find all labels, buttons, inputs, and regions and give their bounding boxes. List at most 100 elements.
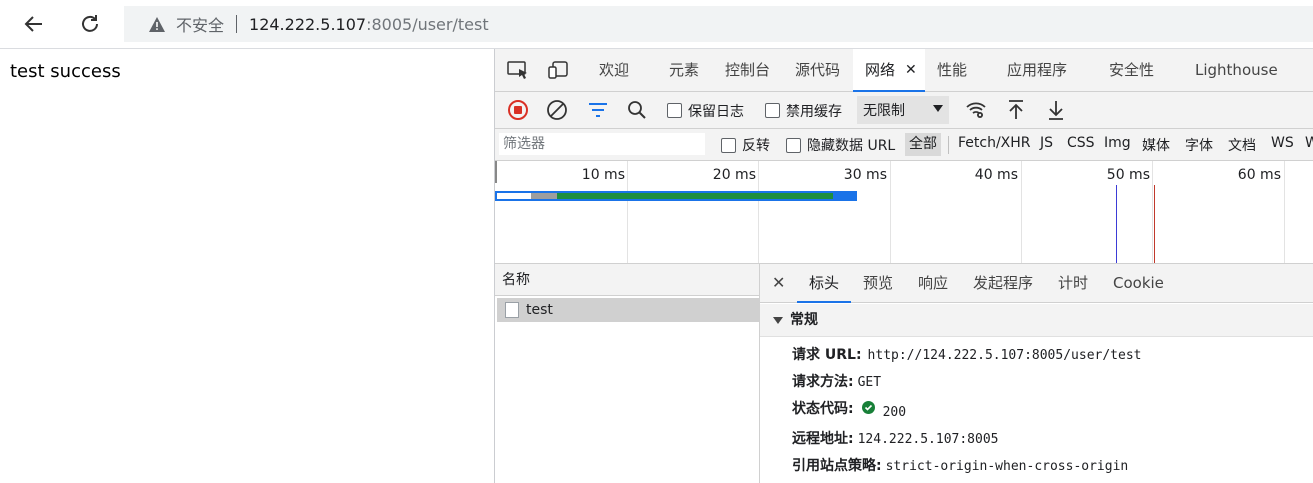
tab-console[interactable]: 控制台	[725, 49, 770, 91]
request-detail: ✕ 标头 预览 响应 发起程序 计时 Cookie 常规 请求 URL: http…	[760, 264, 1313, 483]
remote-address-value: 124.222.5.107:8005	[857, 432, 999, 447]
request-method-value: GET	[857, 375, 882, 390]
filter-wasm[interactable]: W	[1305, 135, 1313, 151]
tab-security[interactable]: 安全性	[1109, 49, 1154, 91]
filter-input[interactable]: 筛选器	[499, 133, 705, 155]
hide-data-urls-checkbox[interactable]	[786, 138, 801, 153]
tab-network-label: 网络	[865, 61, 896, 79]
search-button[interactable]	[624, 97, 650, 123]
inspect-element-icon[interactable]	[505, 57, 531, 83]
filter-ws[interactable]: WS	[1271, 135, 1294, 151]
tab-performance[interactable]: 性能	[937, 49, 967, 91]
browser-toolbar: 不安全 124.222.5.107:8005/user/test	[0, 0, 1313, 49]
request-method-label: 请求方法:	[792, 374, 854, 390]
tab-preview[interactable]: 预览	[863, 264, 893, 302]
request-bar-stalled	[531, 193, 557, 199]
tab-cookie[interactable]: Cookie	[1113, 264, 1164, 302]
domcontentloaded-marker	[1116, 185, 1117, 263]
timeline-start-marker	[495, 161, 497, 183]
tick-label: 20 ms	[712, 167, 756, 183]
filter-js[interactable]: JS	[1040, 135, 1053, 151]
request-url-label: 请求 URL:	[792, 347, 862, 363]
reload-button[interactable]	[74, 8, 106, 40]
filter-doc[interactable]: 文档	[1228, 135, 1256, 155]
tick-label: 60 ms	[1237, 167, 1281, 183]
status-code-value: 200	[882, 405, 907, 420]
referrer-policy-value: strict-origin-when-cross-origin	[885, 459, 1129, 474]
tab-lighthouse[interactable]: Lighthouse	[1195, 49, 1278, 91]
invert-checkbox[interactable]	[721, 138, 736, 153]
clear-icon	[547, 100, 567, 120]
status-code-row: 状态代码: 200	[792, 398, 907, 420]
timeline-gridline	[1152, 161, 1153, 263]
tab-response[interactable]: 响应	[918, 264, 948, 302]
tab-initiator[interactable]: 发起程序	[973, 264, 1033, 302]
back-button[interactable]	[18, 8, 50, 40]
clear-button[interactable]	[544, 97, 570, 123]
filter-font[interactable]: 字体	[1185, 135, 1213, 155]
tab-sources[interactable]: 源代码	[795, 49, 840, 91]
request-url-row: 请求 URL: http://124.222.5.107:8005/user/te…	[792, 344, 1141, 364]
filter-img[interactable]: Img	[1104, 135, 1131, 151]
filter-fetch-xhr[interactable]: Fetch/XHR	[958, 135, 1031, 151]
filter-icon	[589, 103, 607, 117]
filter-toggle-button[interactable]	[585, 97, 611, 123]
tab-application[interactable]: 应用程序	[1007, 49, 1067, 91]
request-bar-queue	[497, 193, 531, 199]
tick-label: 30 ms	[843, 167, 887, 183]
tab-elements[interactable]: 元素	[669, 49, 699, 91]
filter-bar: 筛选器 反转 隐藏数据 URL 全部 Fetch/XHR JS CSS Img …	[495, 129, 1313, 161]
preserve-log-checkbox[interactable]	[667, 103, 682, 118]
export-har-button[interactable]	[1043, 97, 1069, 123]
request-url-value: http://124.222.5.107:8005/user/test	[867, 348, 1142, 363]
devtools-tabbar: 欢迎 元素 控制台 源代码 网络 ✕ 性能 应用程序 安全性 Lighthous…	[495, 49, 1313, 92]
download-icon	[1049, 101, 1063, 120]
tab-network[interactable]: 网络 ✕	[853, 49, 925, 92]
back-arrow-icon	[24, 16, 42, 32]
tick-label: 50 ms	[1106, 167, 1150, 183]
close-detail-icon[interactable]: ✕	[772, 264, 785, 302]
throttle-select[interactable]: 无限制	[857, 96, 949, 124]
import-har-button[interactable]	[1003, 97, 1029, 123]
request-bar	[495, 191, 857, 201]
network-toolbar: 保留日志 禁用缓存 无限制	[495, 92, 1313, 129]
network-conditions-button[interactable]	[963, 97, 989, 123]
hide-data-urls-label: 隐藏数据 URL	[807, 138, 896, 154]
detail-tabbar: ✕ 标头 预览 响应 发起程序 计时 Cookie	[760, 264, 1313, 303]
timeline-gridline	[890, 161, 891, 263]
document-icon	[505, 302, 519, 318]
filter-divider	[948, 136, 949, 154]
timeline-gridline	[758, 161, 759, 263]
status-ok-icon	[861, 401, 875, 414]
throttle-value: 无限制	[863, 103, 905, 119]
url-separator	[236, 15, 238, 33]
general-section-header[interactable]: 常规	[760, 304, 1313, 337]
tab-timing[interactable]: 计时	[1058, 264, 1088, 302]
security-label[interactable]: 不安全	[176, 12, 224, 36]
timeline-gridline	[1284, 161, 1285, 263]
name-column-header[interactable]: 名称	[495, 264, 759, 296]
url-host: 124.222.5.107	[249, 14, 367, 34]
filter-all[interactable]: 全部	[905, 133, 941, 156]
record-button[interactable]	[505, 97, 531, 123]
load-marker	[1154, 185, 1155, 263]
request-row[interactable]: test	[497, 298, 759, 322]
upload-icon	[1009, 100, 1023, 119]
request-method-row: 请求方法: GET	[792, 371, 881, 391]
tab-welcome[interactable]: 欢迎	[599, 49, 629, 91]
disable-cache-checkbox[interactable]	[765, 103, 780, 118]
close-tab-icon[interactable]: ✕	[905, 49, 917, 91]
page-content: test success	[0, 49, 494, 483]
devtools-panel: 欢迎 元素 控制台 源代码 网络 ✕ 性能 应用程序 安全性 Lighthous…	[494, 49, 1313, 483]
tick-label: 10 ms	[581, 167, 625, 183]
warning-icon	[148, 15, 166, 33]
address-bar[interactable]: 不安全 124.222.5.107:8005/user/test	[124, 6, 1313, 42]
remote-address-label: 远程地址:	[792, 431, 854, 447]
network-overview[interactable]: 10 ms 20 ms 30 ms 40 ms 50 ms 60 ms	[495, 161, 1313, 264]
device-toolbar-icon[interactable]	[545, 57, 571, 83]
request-list: 名称 test	[495, 264, 760, 483]
tab-headers[interactable]: 标头	[796, 264, 852, 303]
preserve-log-label: 保留日志	[688, 104, 744, 120]
filter-media[interactable]: 媒体	[1142, 135, 1170, 155]
filter-css[interactable]: CSS	[1067, 135, 1095, 151]
